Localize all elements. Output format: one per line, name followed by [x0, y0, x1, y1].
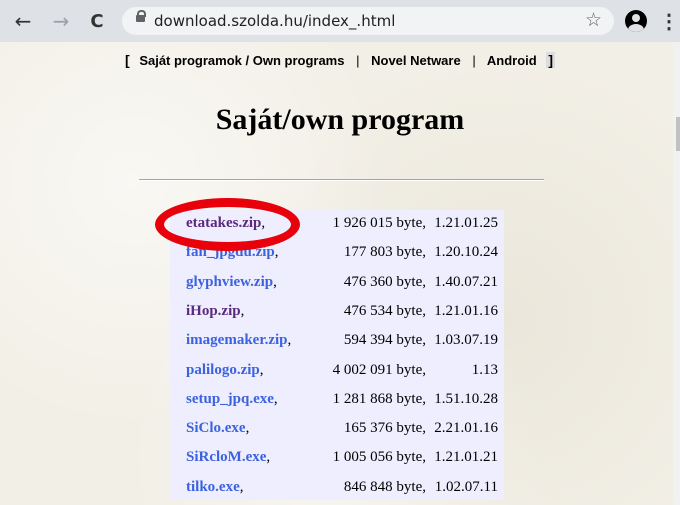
file-version: 1.21.01.21 [434, 449, 498, 466]
table-row: tilko.exe, 846 848 byte, 1.02.07.11 [170, 474, 504, 504]
file-download-link[interactable]: SiClo.exe [186, 420, 246, 436]
comma: , [266, 449, 271, 466]
file-name-cell: tilko.exe, [186, 479, 244, 496]
file-table: etatakes.zip, 1 926 015 byte, 1.21.01.25 fa… [170, 210, 504, 500]
table-row: setup_jpq.exe, 1 281 868 byte, 1.51.10.28 [170, 386, 504, 416]
comma: , [240, 302, 245, 319]
nav-link-own-programs[interactable]: Saját programok / Own programs [139, 53, 344, 68]
file-name-cell: SiClo.exe, [186, 420, 249, 437]
nav-close-bracket: ] [546, 52, 555, 68]
table-row: imagemaker.zip, 594 394 byte, 1.03.07.19 [170, 327, 504, 357]
file-download-link[interactable]: tilko.exe [186, 479, 240, 495]
forward-icon[interactable]: → [50, 9, 72, 33]
nav-separator: | [472, 53, 476, 68]
comma: , [245, 420, 250, 437]
back-icon[interactable]: ← [12, 9, 34, 33]
nav-open-bracket: [ [125, 52, 130, 68]
file-size: 177 803 byte, [343, 244, 426, 261]
file-version: 2.21.01.16 [434, 420, 498, 437]
file-version: 1.13 [471, 361, 498, 378]
file-name-cell: imagemaker.zip, [186, 332, 291, 349]
file-name-cell: iHop.zip, [186, 303, 244, 320]
file-download-link[interactable]: imagemaker.zip [186, 332, 288, 348]
comma: , [273, 390, 278, 407]
nav-link-android[interactable]: Android [487, 53, 537, 68]
file-size: 476 534 byte, [343, 302, 426, 319]
url-text[interactable]: download.szolda.hu/index_.html [154, 12, 395, 30]
file-version: 1.40.07.21 [434, 273, 498, 290]
table-row: glyphview.zip, 476 360 byte, 1.40.07.21 [170, 269, 504, 299]
file-version: 1.02.07.11 [434, 478, 498, 495]
table-row: palilogo.zip, 4 002 091 byte, 1.13 [170, 357, 504, 387]
file-name-cell: palilogo.zip, [186, 362, 264, 379]
file-version: 1.21.01.16 [434, 302, 498, 319]
page-title: Saját/own program [215, 103, 465, 136]
browser-toolbar: ← → C download.szolda.hu/index_.html ☆ ⋮ [0, 0, 680, 42]
profile-avatar-icon[interactable] [625, 10, 647, 32]
table-row: iHop.zip, 476 534 byte, 1.21.01.16 [170, 298, 504, 328]
file-download-link[interactable]: glyphview.zip [186, 274, 273, 290]
file-name-cell: SiRcloM.exe, [186, 449, 270, 466]
file-size: 1 005 056 byte, [332, 449, 426, 466]
file-version: 1.20.10.24 [434, 244, 498, 261]
browser-menu-icon[interactable]: ⋮ [659, 9, 679, 34]
nav-separator: | [356, 53, 360, 68]
comma: , [274, 244, 279, 261]
file-size: 1 926 015 byte, [332, 215, 426, 231]
file-version: 1.51.10.28 [434, 390, 498, 407]
bookmark-star-icon[interactable]: ☆ [585, 9, 602, 31]
table-row: SiRcloM.exe, 1 005 056 byte, 1.21.01.21 [170, 444, 504, 474]
file-name-cell: glyphview.zip, [186, 274, 277, 291]
file-name-cell: setup_jpq.exe, [186, 391, 278, 408]
file-size: 594 394 byte, [343, 332, 426, 349]
file-download-link[interactable]: setup_jpq.exe [186, 391, 274, 407]
lock-icon[interactable] [136, 10, 146, 22]
comma: , [239, 478, 244, 495]
file-download-link[interactable]: palilogo.zip [186, 362, 260, 378]
table-row: SiClo.exe, 165 376 byte, 2.21.01.16 [170, 415, 504, 445]
file-version: 1.03.07.19 [434, 332, 498, 349]
file-size: 4 002 091 byte, [332, 361, 426, 378]
file-size: 165 376 byte, [343, 420, 426, 437]
address-bar[interactable]: download.szolda.hu/index_.html ☆ [122, 7, 614, 35]
reload-icon[interactable]: C [86, 10, 108, 32]
top-navigation: [ Saját programok / Own programs | Novel… [0, 52, 680, 68]
file-size: 846 848 byte, [343, 478, 426, 495]
nav-link-novel-netware[interactable]: Novel Netware [371, 53, 461, 68]
comma: , [273, 273, 277, 290]
highlight-circle [155, 198, 300, 251]
file-size: 1 281 868 byte, [332, 390, 426, 407]
comma: , [287, 332, 292, 349]
file-size: 476 360 byte, [343, 273, 426, 290]
file-download-link[interactable]: iHop.zip [186, 303, 241, 319]
file-version: 1.21.01.25 [434, 215, 498, 231]
comma: , [259, 361, 264, 378]
horizontal-rule [139, 179, 544, 181]
file-download-link[interactable]: SiRcloM.exe [186, 449, 266, 465]
